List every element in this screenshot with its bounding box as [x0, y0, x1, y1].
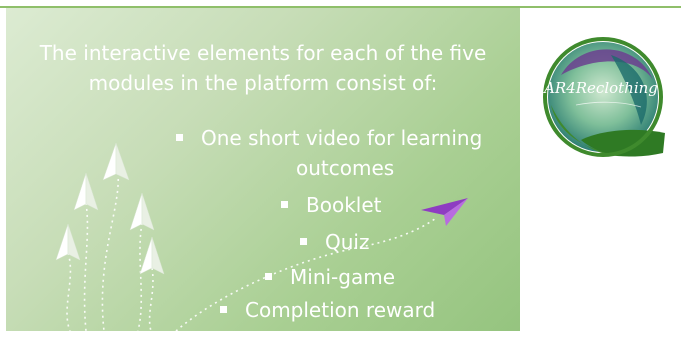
list-item: Quiz [300, 230, 369, 254]
bullet-icon [220, 306, 227, 313]
ar4reclothing-logo: AR4Reclothing [542, 37, 665, 157]
paper-plane-icon-purple [421, 198, 468, 226]
logo-text: AR4Reclothing [542, 79, 658, 97]
bullet-icon [265, 273, 272, 280]
paper-plane-icon [102, 142, 130, 181]
list-item: Completion reward [220, 298, 435, 322]
slide-heading: The interactive elements for each of the… [18, 38, 508, 98]
list-item: Mini-game [265, 265, 395, 289]
list-item: Booklet [281, 193, 381, 217]
heading-line-2: modules in the platform consist of: [88, 71, 438, 95]
list-item: One short video for learning [176, 126, 482, 150]
list-item-continuation: outcomes [296, 156, 395, 180]
bullet-icon [281, 201, 288, 208]
slide-panel: The interactive elements for each of the… [6, 8, 520, 331]
bullet-icon [176, 134, 183, 141]
heading-line-1: The interactive elements for each of the… [39, 41, 487, 65]
bullet-icon [300, 238, 307, 245]
